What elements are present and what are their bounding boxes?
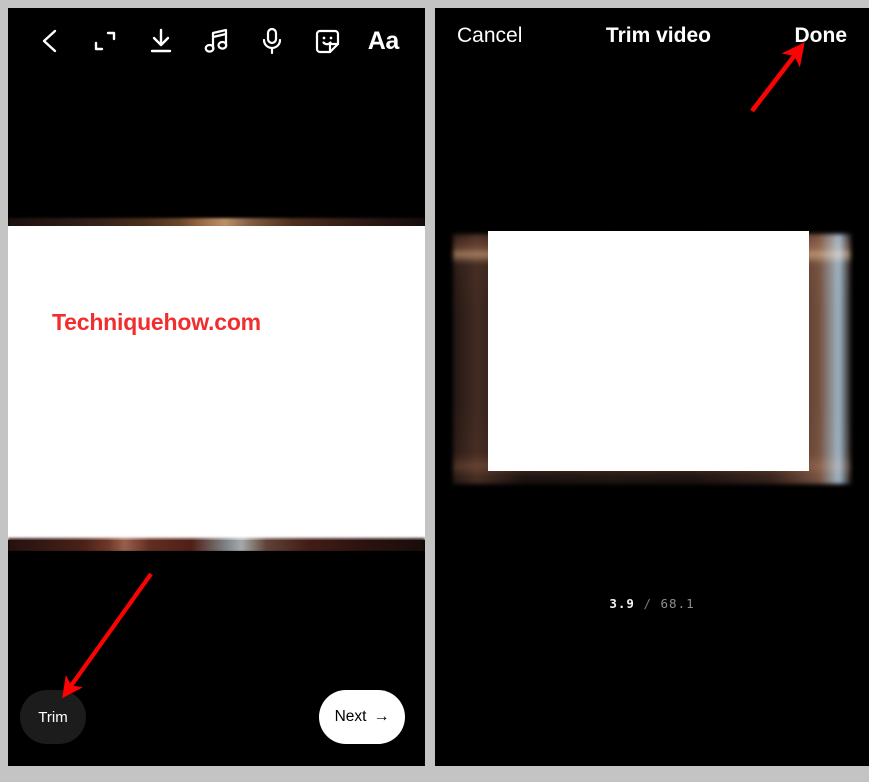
- total-duration: 68.1: [660, 596, 695, 611]
- back-chevron-icon[interactable]: [22, 17, 78, 65]
- video-blurred-edge-bottom: [8, 538, 425, 552]
- story-editor-panel: Aa Techniquehow.com Trim Next →: [8, 8, 425, 766]
- sticker-smiley-icon[interactable]: [300, 17, 356, 65]
- text-aa-label: Aa: [367, 26, 399, 55]
- screenshot-stage: Aa Techniquehow.com Trim Next → Cancel T…: [0, 0, 869, 782]
- video-preview-left: [8, 8, 425, 766]
- trim-button-label: Trim: [38, 708, 68, 726]
- watermark-text: Techniquehow.com: [52, 309, 261, 335]
- next-button[interactable]: Next →: [319, 690, 405, 744]
- music-note-icon[interactable]: [189, 17, 245, 65]
- video-white-frame: [8, 226, 425, 540]
- cancel-button[interactable]: Cancel: [457, 24, 522, 48]
- microphone-icon[interactable]: [244, 17, 300, 65]
- trim-header: Cancel Trim video Done: [435, 8, 869, 64]
- current-time: 3.9: [609, 596, 635, 611]
- done-button[interactable]: Done: [795, 24, 848, 48]
- expand-aspect-ratio-icon[interactable]: [78, 17, 134, 65]
- arrow-right-icon: →: [373, 708, 390, 725]
- text-aa-icon[interactable]: Aa: [355, 17, 411, 65]
- next-button-label: Next: [334, 708, 367, 725]
- page-title: Trim video: [605, 24, 711, 47]
- video-white-frame-right: [488, 231, 809, 471]
- download-icon[interactable]: [133, 17, 189, 65]
- trim-button[interactable]: Trim: [20, 690, 86, 744]
- time-separator: /: [643, 596, 652, 611]
- editor-toolbar: Aa: [8, 8, 425, 74]
- time-readout: 3.9 / 68.1: [435, 596, 869, 611]
